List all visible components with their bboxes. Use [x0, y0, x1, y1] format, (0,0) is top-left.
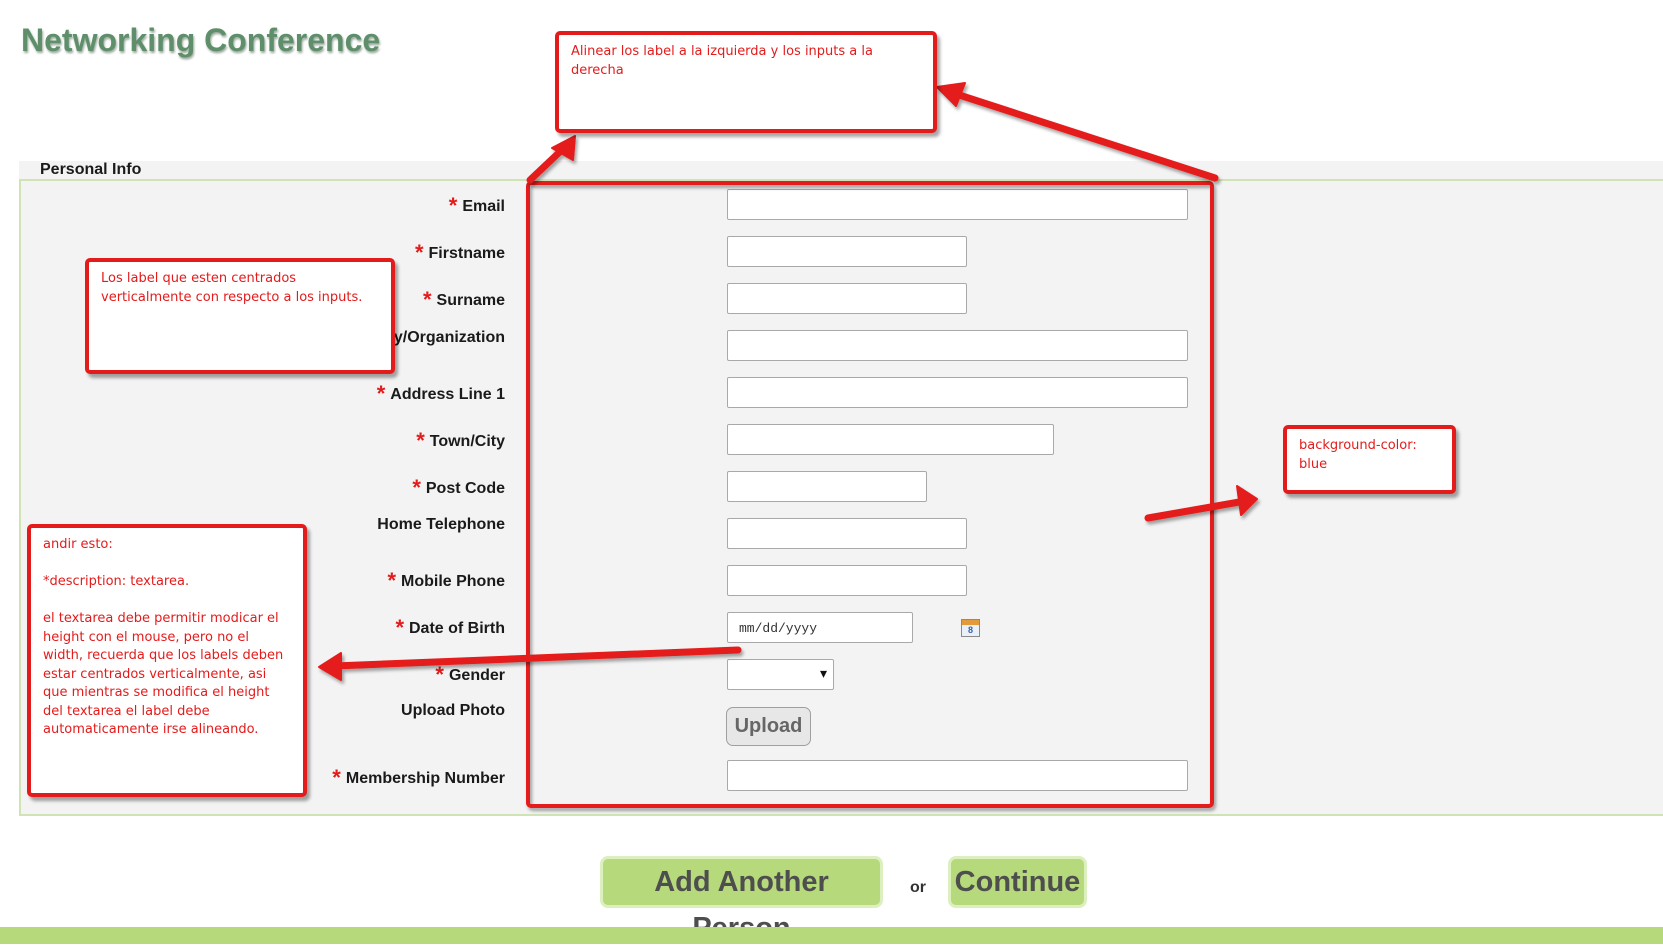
- required-marker: *: [435, 662, 444, 687]
- annotation-top: Alinear los label a la izquierda y los i…: [555, 31, 937, 133]
- surname-label-text: Surname: [436, 292, 505, 309]
- membership-input[interactable]: [727, 760, 1188, 791]
- company-input[interactable]: [727, 330, 1188, 361]
- required-marker: *: [332, 765, 341, 790]
- home-telephone-label-text: Home Telephone: [377, 516, 505, 533]
- required-marker: *: [412, 475, 421, 500]
- town-input[interactable]: [727, 424, 1054, 455]
- firstname-label-text: Firstname: [428, 245, 505, 262]
- home-telephone-label: Home Telephone: [377, 516, 505, 534]
- town-label-text: Town/City: [429, 433, 505, 450]
- postcode-input[interactable]: [727, 471, 927, 502]
- required-marker: *: [416, 428, 425, 453]
- gender-label-text: Gender: [448, 667, 505, 684]
- mobile-label-text: Mobile Phone: [401, 573, 505, 590]
- fieldset-legend: Personal Info: [40, 161, 142, 178]
- calendar-icon-day: 8: [967, 625, 973, 635]
- mobile-label: * Mobile Phone: [387, 566, 505, 593]
- email-label-text: Email: [462, 198, 505, 215]
- add-another-person-button[interactable]: Add Another Person: [600, 856, 883, 944]
- mobile-input[interactable]: [727, 565, 967, 596]
- postcode-label-text: Post Code: [425, 480, 505, 497]
- address-label-text: Address Line 1: [390, 386, 505, 403]
- upload-photo-label-text: Upload Photo: [401, 702, 505, 719]
- surname-label: * Surname: [422, 285, 505, 312]
- footer-bar: [0, 927, 1663, 944]
- page-title: Networking Conference: [21, 22, 381, 58]
- legend-bar: [19, 161, 1663, 180]
- email-label: * Email: [448, 191, 505, 218]
- membership-label-text: Membership Number: [345, 770, 505, 787]
- required-marker: *: [448, 193, 458, 218]
- annotation-left-top: Los label que esten centrados verticalme…: [85, 258, 395, 374]
- required-marker: *: [387, 568, 396, 593]
- calendar-icon[interactable]: 8: [961, 619, 980, 637]
- required-marker: *: [414, 240, 424, 265]
- annotation-left-bottom: andir esto: *description: textarea. el t…: [27, 524, 307, 797]
- or-separator: or: [910, 879, 926, 896]
- town-label: * Town/City: [416, 426, 505, 453]
- gender-select[interactable]: [727, 659, 834, 690]
- email-input[interactable]: [727, 189, 1188, 220]
- address-input[interactable]: [727, 377, 1188, 408]
- postcode-label: * Post Code: [412, 473, 505, 500]
- gender-label: * Gender: [435, 660, 505, 687]
- dob-label: * Date of Birth: [395, 613, 505, 640]
- membership-label: * Membership Number: [332, 763, 505, 790]
- address-label: * Address Line 1: [376, 379, 505, 406]
- arrow-top-right-head: [936, 82, 966, 107]
- firstname-input[interactable]: [727, 236, 967, 267]
- home-telephone-input[interactable]: [727, 518, 967, 549]
- upload-photo-label: Upload Photo: [401, 702, 505, 720]
- required-marker: *: [395, 615, 404, 640]
- required-marker: *: [376, 381, 386, 406]
- dob-input[interactable]: mm/dd/yyyy: [727, 612, 913, 643]
- firstname-label: * Firstname: [414, 238, 505, 265]
- upload-button[interactable]: Upload: [726, 707, 811, 746]
- annotation-right: background-color: blue: [1283, 425, 1456, 494]
- required-marker: *: [422, 287, 432, 312]
- arrow-top-left-head: [551, 135, 576, 161]
- continue-button[interactable]: Continue: [948, 856, 1087, 908]
- surname-input[interactable]: [727, 283, 967, 314]
- dob-label-text: Date of Birth: [409, 620, 505, 637]
